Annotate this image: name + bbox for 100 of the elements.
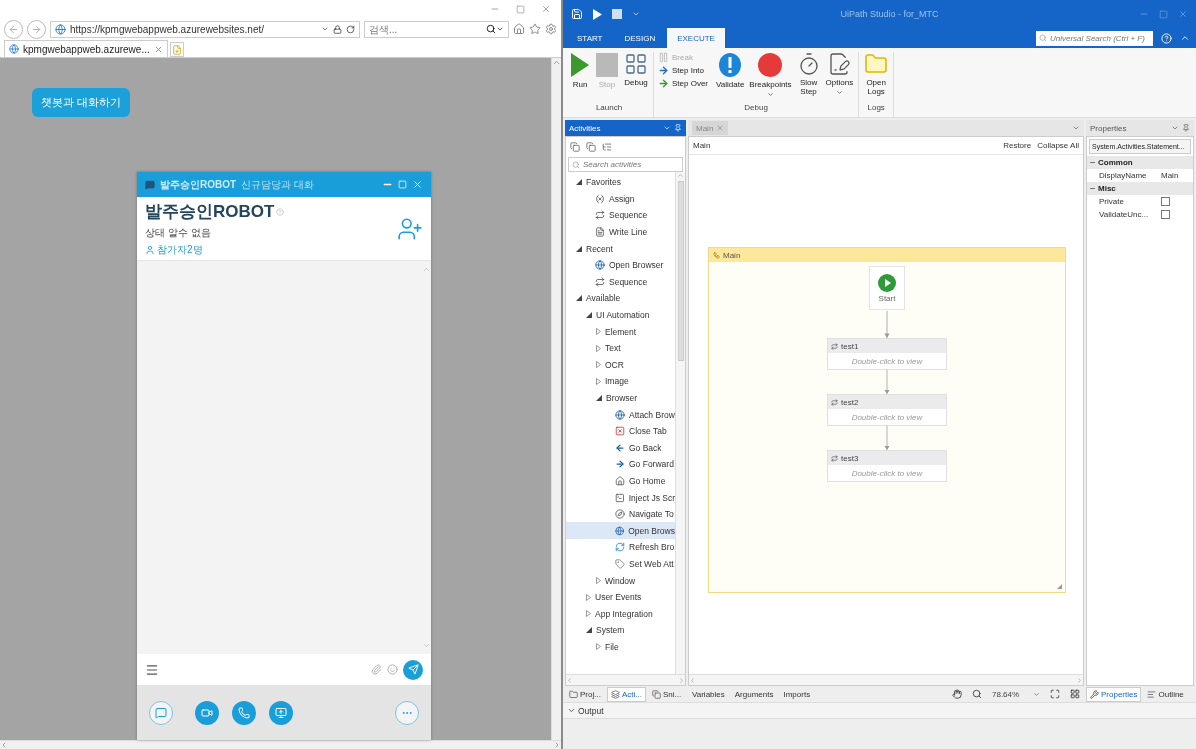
activity-item[interactable]: Attach Brow [566,406,675,423]
universal-search-box[interactable]: Universal Search (Ctrl + F) [1036,30,1153,46]
address-field[interactable]: https://kpmgwebappweb.azurewebsites.net/ [50,20,360,38]
property-category[interactable]: Misc [1087,182,1193,195]
vertical-scrollbar[interactable] [675,172,685,674]
screen-share-button[interactable] [268,700,293,725]
panel-tab[interactable]: Properties [1086,686,1142,702]
flowchart-container[interactable]: Main Start test1 Double-click to view test2 Double-click to view test3 Double-click to view [708,247,1066,593]
step-over-button[interactable]: Step Over [658,78,708,89]
horizontal-scrollbar[interactable] [689,674,1083,685]
back-button[interactable] [4,19,23,39]
activity-item[interactable]: Set Web Att [566,555,675,573]
send-button[interactable] [403,659,423,680]
checkbox[interactable] [1161,197,1170,206]
ribbon-tab[interactable]: EXECUTE [667,28,725,48]
panel-tab[interactable]: Proj... [565,686,605,702]
close-icon [153,44,163,54]
activity-item[interactable]: Write Line [566,223,675,241]
run-button[interactable]: Run [569,52,591,89]
step-into-button[interactable]: Step Into [658,65,708,76]
tree-category[interactable]: Image [566,373,675,390]
activity-item[interactable]: Assign [566,190,675,208]
property-value[interactable]: Main [1161,171,1193,180]
emoji-icon[interactable] [387,664,398,675]
logs-button[interactable]: Open Logs [863,52,890,96]
validate-button[interactable]: Validate [715,52,746,89]
expanded-arrow-icon[interactable] [586,312,592,319]
collapsed-arrow-icon[interactable] [586,610,591,618]
activity-item[interactable]: Open Browser [566,256,675,274]
tree-category[interactable]: Element [566,323,675,340]
property-category[interactable]: Common [1087,156,1193,169]
slow-step-button[interactable]: Slow Step [795,52,822,96]
options-button[interactable]: Options [824,52,855,96]
tree-category[interactable]: System [566,622,675,639]
menu-icon[interactable] [145,662,159,677]
start-node[interactable]: Start [869,266,905,310]
activity-item[interactable]: Sequence [566,273,675,291]
designer-tab[interactable]: Arguments [734,689,774,699]
tree-category[interactable]: User Events [566,588,675,606]
expanded-arrow-icon[interactable] [596,395,602,401]
voice-call-button[interactable] [231,700,256,725]
sequence-node[interactable]: test1 Double-click to view [827,338,947,370]
tree-category[interactable]: Text [566,339,675,357]
search-field[interactable]: 검색... [369,23,486,35]
activity-item[interactable]: Navigate To [566,505,675,523]
debug-button[interactable]: Debug [623,52,649,87]
sequence-node[interactable]: test2 Double-click to view [827,394,947,426]
panel-tab[interactable]: Sni... [647,686,686,702]
designer-tab[interactable]: Imports [783,689,811,699]
expanded-arrow-icon[interactable] [576,179,582,186]
expanded-arrow-icon[interactable] [576,295,582,302]
attachment-icon[interactable] [371,664,382,675]
activity-item[interactable]: Refresh Bro [566,539,675,556]
breakpoint-icon [757,52,784,78]
tree-category[interactable]: UI Automation [566,306,675,324]
designer-action-link[interactable]: Restore [1003,141,1032,150]
forward-button[interactable] [27,19,46,39]
activity-item[interactable]: Go Home [566,472,675,490]
output-panel-title[interactable]: Output [578,705,604,716]
activity-item[interactable]: Open Brows [566,522,675,540]
more-button[interactable] [395,700,419,725]
ribbon-tab[interactable]: START [567,28,613,48]
horizontal-scrollbar[interactable] [566,674,685,685]
panel-tab[interactable]: Outline [1143,686,1188,702]
tree-category[interactable]: File [566,638,675,656]
play-icon[interactable] [593,8,602,20]
new-tab-button[interactable] [169,42,184,57]
checkbox[interactable] [1161,210,1170,219]
tree-category[interactable]: Recent [566,240,675,257]
zoom-field[interactable]: 78.64% [992,687,1040,701]
tree-category[interactable]: Window [566,572,675,589]
caret-icon [632,10,640,18]
tree-category[interactable]: Available [566,290,675,307]
sequence-node[interactable]: test3 Double-click to view [827,450,947,482]
breakpoints-button[interactable]: Breakpoints [748,52,793,98]
activity-item[interactable]: Close Tab [566,422,675,440]
tree-category[interactable]: Browser [566,389,675,407]
activity-item[interactable]: Go Back [566,439,675,457]
designer-action-link[interactable]: Collapse All [1037,141,1079,150]
tree-category[interactable]: App Integration [566,605,675,623]
expanded-arrow-icon[interactable] [576,245,582,252]
tree-category[interactable]: OCR [566,356,675,374]
chat-button[interactable] [149,700,173,725]
search-box[interactable]: 검색... [364,20,509,38]
horizontal-scrollbar[interactable] [0,740,561,749]
add-user-icon[interactable] [397,215,423,242]
panel-tab[interactable]: Acti... [606,686,646,702]
video-call-button[interactable] [194,700,219,725]
tree-category[interactable]: Favorites [566,174,675,191]
activities-search-box[interactable]: Search activities [568,157,683,172]
resize-grip-icon[interactable] [1057,584,1062,589]
collapsed-arrow-icon[interactable] [596,643,601,651]
designer-tab[interactable]: Variables [692,689,725,699]
activity-item[interactable]: Go Forward [566,456,675,473]
activity-item[interactable]: Inject Js Scr [566,489,675,506]
vertical-scrollbar[interactable] [551,58,561,740]
browser-tab[interactable]: kpmgwebappweb.azurewe... [4,40,168,57]
ribbon-tab[interactable]: DESIGN [614,28,666,48]
expanded-arrow-icon[interactable] [586,627,592,634]
activity-item[interactable]: Sequence [566,207,675,224]
